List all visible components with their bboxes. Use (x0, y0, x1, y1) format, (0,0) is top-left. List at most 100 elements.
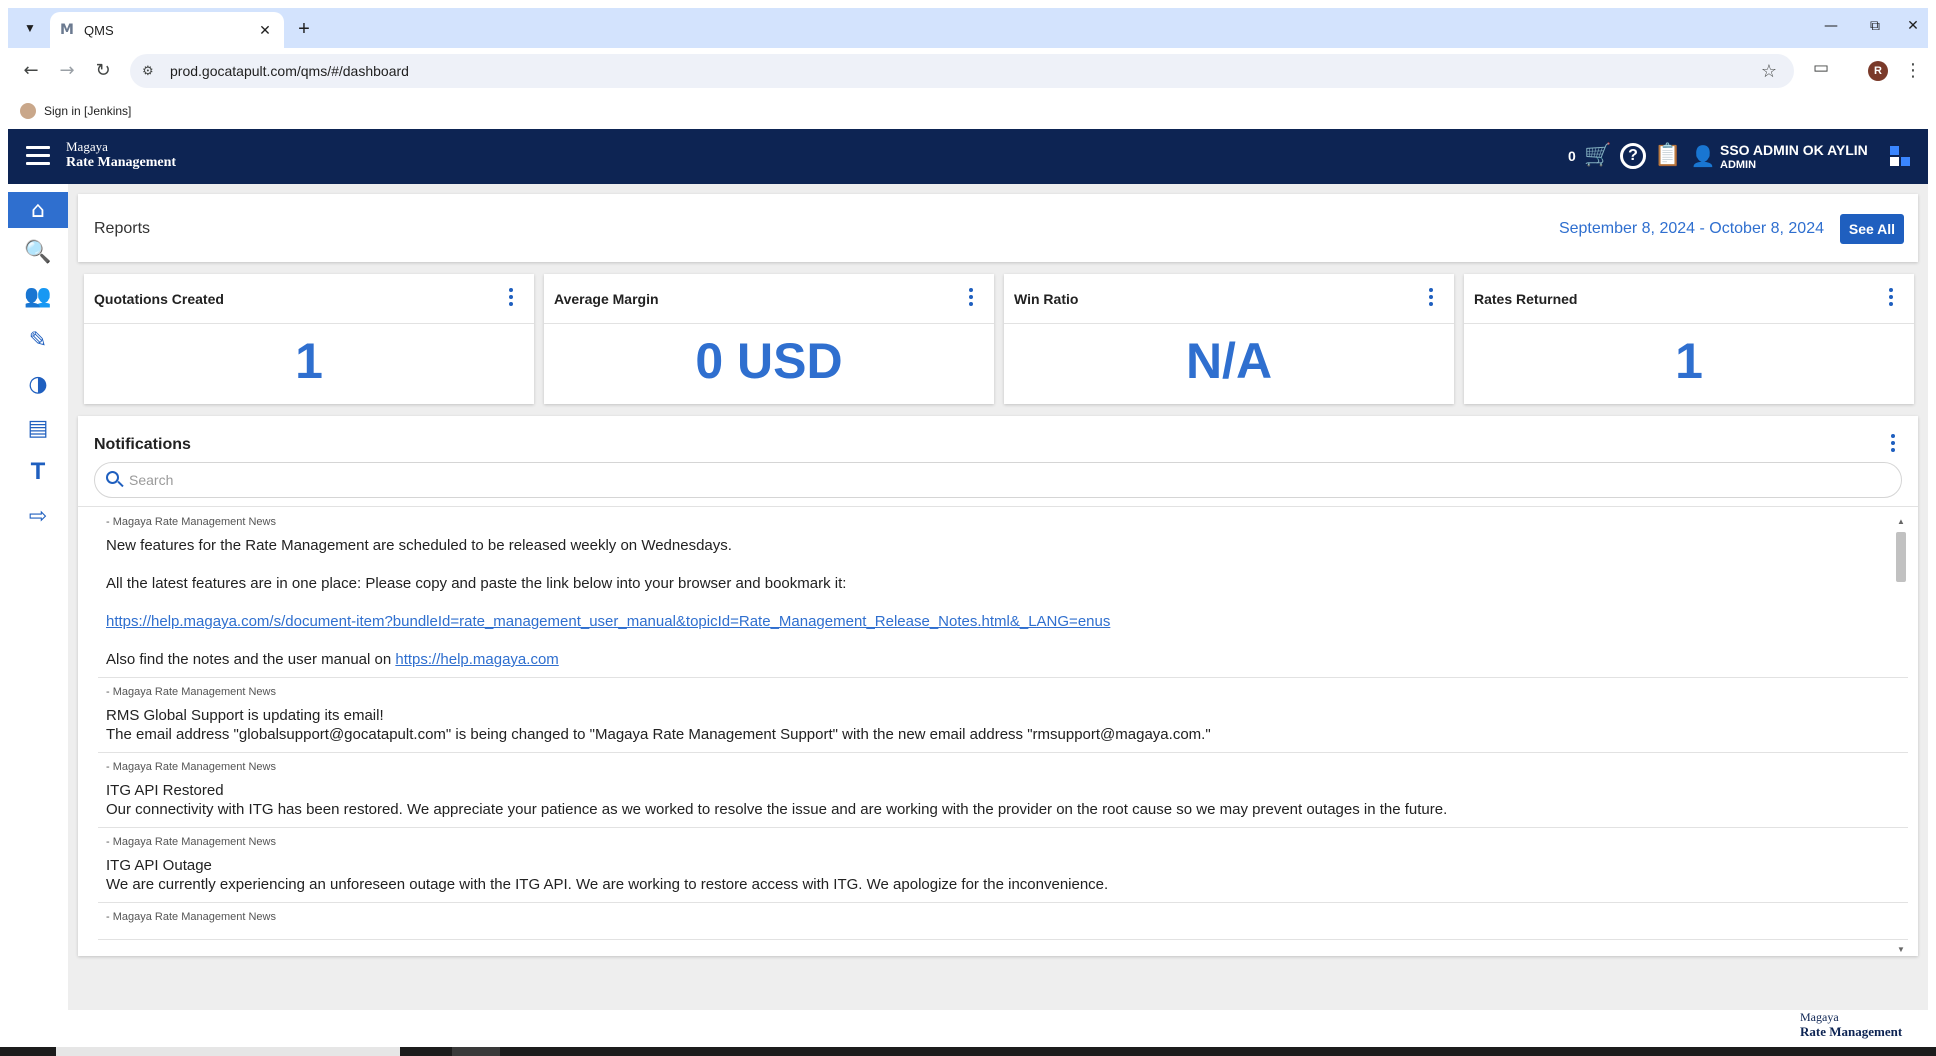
user-name[interactable]: SSO ADMIN OK AYLIN (1720, 143, 1868, 158)
brand-bottom: Rate Management (66, 155, 177, 170)
item-line: Our connectivity with ITG has been resto… (106, 801, 1448, 818)
sidebar-item-exit[interactable]: ⇨ (8, 498, 68, 534)
browser-menu-icon[interactable]: ⋮ (1904, 58, 1922, 84)
menu-icon[interactable] (26, 146, 50, 166)
kpi-value: 1 (295, 333, 323, 389)
back-icon[interactable]: ← (18, 58, 44, 84)
item-source: - Magaya Rate Management News (106, 761, 276, 773)
bookmark-star-icon[interactable]: ☆ (1756, 61, 1782, 82)
user-icon[interactable]: 👤 (1690, 143, 1716, 169)
kebab-menu-icon[interactable] (1890, 434, 1896, 454)
reports-title: Reports (94, 220, 151, 237)
divider (78, 506, 1918, 507)
browser-toolbar: ← → ↻ ⚙ prod.gocatapult.com/qms/#/dashbo… (8, 48, 1928, 94)
kpi-header: Rates Returned (1464, 274, 1914, 324)
taskbar-item[interactable] (56, 1047, 400, 1056)
app-header: Magaya Rate Management 0 🛒 ? 📋 👤 SSO ADM… (8, 129, 1928, 184)
search-icon: 🔍 (24, 239, 52, 265)
browser-tab[interactable]: M QMS ✕ (50, 12, 284, 48)
restore-icon[interactable]: ⧉ (1860, 18, 1890, 38)
user-role: ADMIN (1720, 159, 1757, 171)
item-source: - Magaya Rate Management News (106, 516, 276, 528)
notifications-card: Notifications - Magaya Rate Management N… (78, 416, 1918, 956)
item-text: Also find the notes and the user manual … (106, 651, 396, 668)
exit-icon: ⇨ (28, 503, 48, 529)
users-icon: 👥 (24, 283, 52, 309)
sidebar-item-search[interactable]: 🔍 (8, 234, 68, 270)
os-taskbar (0, 1047, 1936, 1056)
item-line: We are currently experiencing an unfores… (106, 876, 1109, 893)
edit-icon: ✎ (28, 327, 48, 353)
kpi-title: Average Margin (554, 291, 659, 307)
profile-avatar[interactable]: R (1868, 61, 1888, 81)
sidebar-item-users[interactable]: 👥 (8, 278, 68, 314)
kebab-menu-icon[interactable] (508, 288, 514, 308)
item-source: - Magaya Rate Management News (106, 911, 276, 923)
item-line: RMS Global Support is updating its email… (106, 707, 384, 724)
reports-card: Reports September 8, 2024 - October 8, 2… (78, 194, 1918, 262)
release-notes-icon[interactable]: 📋 (1654, 143, 1681, 169)
item-source: - Magaya Rate Management News (106, 836, 276, 848)
apps-grid-icon[interactable] (1890, 146, 1910, 166)
sidebar: ⌂ 🔍 👥 ✎ ◑ ▤ T ⇨ (8, 184, 78, 1010)
close-window-icon[interactable]: ✕ (1898, 18, 1928, 38)
kpi-header: Win Ratio (1004, 274, 1454, 324)
tab-favicon: M (60, 22, 74, 38)
item-line: Also find the notes and the user manual … (106, 650, 1908, 669)
search-input[interactable] (129, 472, 1829, 488)
kpi-value: N/A (1185, 333, 1273, 389)
bookmark-jenkins[interactable]: Sign in [Jenkins] (44, 104, 131, 118)
footer-brand-bottom: Rate Management (1800, 1024, 1903, 1039)
item-line: ITG API Restored (106, 782, 224, 799)
sidebar-item-edit[interactable]: ✎ (8, 322, 68, 358)
sidebar-item-messages[interactable]: ▤ (8, 410, 68, 446)
sidebar-item-reports[interactable]: ◑ (8, 366, 68, 402)
footer-brand-top: Magaya (1800, 1010, 1839, 1024)
help-icon[interactable]: ? (1620, 143, 1646, 169)
see-all-button[interactable]: See All (1840, 214, 1904, 244)
cart-icon[interactable]: 🛒 (1584, 143, 1611, 169)
item-line: New features for the Rate Management are… (106, 537, 732, 554)
kpi-header: Average Margin (544, 274, 994, 324)
notifications-feed[interactable]: - Magaya Rate Management News New featur… (98, 508, 1908, 956)
url-text[interactable]: prod.gocatapult.com/qms/#/dashboard (170, 63, 1756, 79)
tab-close-icon[interactable]: ✕ (256, 21, 274, 39)
list-item: - Magaya Rate Management News New featur… (98, 508, 1908, 678)
text-icon: T (30, 458, 46, 485)
extensions-icon[interactable]: ▭ (1808, 58, 1834, 84)
sidebar-item-home[interactable]: ⌂ (8, 192, 78, 228)
help-link[interactable]: https://help.magaya.com (395, 651, 558, 668)
list-item: - Magaya Rate Management News ITG API Re… (98, 753, 1908, 828)
address-bar[interactable]: ⚙ prod.gocatapult.com/qms/#/dashboard ☆ (130, 54, 1794, 88)
site-info-icon[interactable]: ⚙ (142, 64, 162, 79)
forward-icon[interactable]: → (54, 58, 80, 84)
scrollbar-thumb[interactable] (1896, 532, 1906, 582)
browser-tab-strip: ▼ M QMS ✕ + — ⧉ ✕ (8, 8, 1928, 48)
item-source: - Magaya Rate Management News (106, 686, 276, 698)
scrollbar[interactable]: ▲ ▼ (1894, 516, 1908, 956)
list-item: - Magaya Rate Management News (98, 903, 1908, 940)
scroll-up-icon[interactable]: ▲ (1894, 516, 1908, 528)
sidebar-item-text[interactable]: T (8, 454, 68, 490)
pie-chart-icon: ◑ (28, 371, 48, 397)
scroll-down-icon[interactable]: ▼ (1894, 944, 1908, 956)
tab-search-icon[interactable]: ▼ (18, 16, 42, 40)
kebab-menu-icon[interactable] (968, 288, 974, 308)
message-icon: ▤ (27, 415, 49, 441)
release-notes-link[interactable]: https://help.magaya.com/s/document-item?… (106, 613, 1110, 630)
notifications-search[interactable] (94, 462, 1902, 498)
date-range[interactable]: September 8, 2024 - October 8, 2024 (1559, 220, 1824, 238)
reload-icon[interactable]: ↻ (90, 58, 116, 84)
taskbar-item[interactable] (452, 1047, 500, 1056)
kebab-menu-icon[interactable] (1428, 288, 1434, 308)
brand-logo[interactable]: Magaya Rate Management (66, 139, 176, 171)
item-line: All the latest features are in one place… (106, 575, 847, 592)
home-icon: ⌂ (31, 197, 45, 223)
kpi-title: Quotations Created (94, 291, 224, 307)
kpi-title: Win Ratio (1014, 291, 1079, 307)
kebab-menu-icon[interactable] (1888, 288, 1894, 308)
item-line: https://help.magaya.com/s/document-item?… (106, 612, 1908, 631)
item-line: The email address "globalsupport@gocatap… (106, 726, 1211, 743)
new-tab-icon[interactable]: + (292, 18, 316, 42)
minimize-icon[interactable]: — (1816, 18, 1846, 38)
